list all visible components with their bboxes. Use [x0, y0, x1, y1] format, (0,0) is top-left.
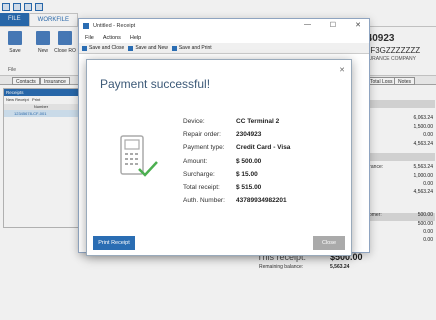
field-label: Surcharge:	[183, 170, 215, 178]
menu-actions[interactable]: Actions	[103, 35, 121, 41]
menu-bar: File Actions Help	[79, 33, 369, 43]
save-and-print-button[interactable]: Save and Print	[171, 45, 212, 51]
menu-help[interactable]: Help	[130, 35, 141, 41]
card-terminal-icon	[120, 135, 158, 177]
field-value: $ 515.00	[236, 184, 262, 191]
maximize-icon[interactable]: ☐	[330, 21, 336, 29]
close-icon[interactable]: ✕	[355, 21, 361, 29]
window-title: Untitled - Receipt	[93, 23, 136, 29]
success-check-icon	[138, 161, 158, 177]
field-label: Amount:	[183, 157, 208, 165]
print-receipt-button[interactable]: Print Receipt	[93, 236, 135, 250]
field-value: $ 500.00	[236, 157, 262, 165]
field-label: Auth. Number:	[183, 197, 225, 205]
field-value: 43789934982201	[236, 197, 287, 205]
field-value: Credit Card - Visa	[236, 144, 291, 152]
field-value: CC Terminal 2	[236, 118, 280, 125]
save-icon	[82, 45, 87, 51]
field-value: $ 15.00	[236, 170, 258, 178]
receipt-window-titlebar: Untitled - Receipt — ☐ ✕	[79, 19, 369, 33]
field-label: Total receipt:	[183, 184, 220, 191]
save-and-new-button[interactable]: Save and New	[128, 45, 168, 51]
receipt-toolbar: Save and Close Save and New Save and Pri…	[79, 43, 369, 54]
save-and-close-button[interactable]: Save and Close	[82, 45, 124, 51]
payment-dialog: Payment successful! ✕ Device: CC Terminal…	[86, 59, 352, 256]
save-icon	[128, 45, 134, 51]
close-button[interactable]: Close	[313, 236, 345, 250]
field-label: Payment type:	[183, 144, 225, 152]
field-label: Device:	[183, 118, 205, 125]
close-icon[interactable]: ✕	[339, 66, 345, 74]
field-value: 2304923	[236, 131, 262, 139]
window-icon	[83, 23, 89, 29]
minimize-icon[interactable]: —	[304, 21, 311, 28]
dialog-title: Payment successful!	[100, 77, 211, 91]
save-icon	[171, 45, 177, 51]
field-label: Repair order:	[183, 131, 221, 139]
menu-file[interactable]: File	[85, 35, 94, 41]
